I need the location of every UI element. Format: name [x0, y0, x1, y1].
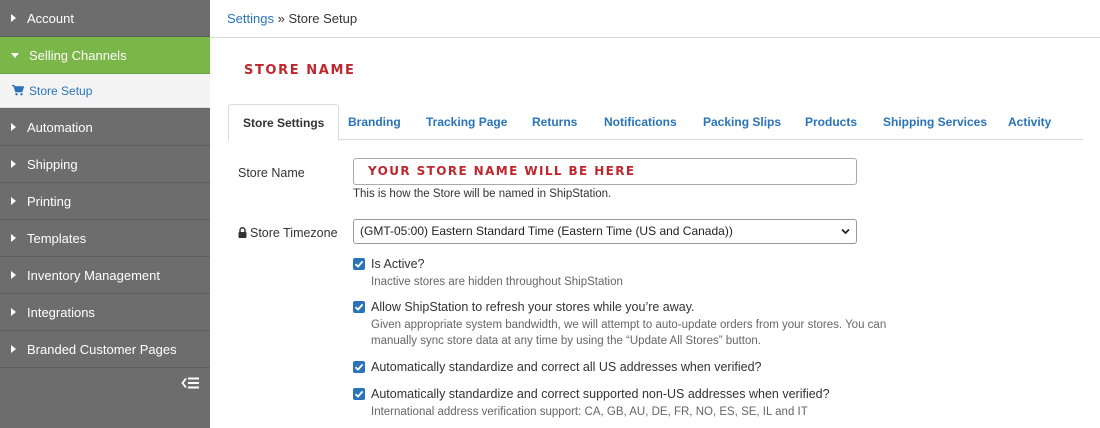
caret-right-icon [11, 234, 16, 242]
tab-activity[interactable]: Activity [1008, 104, 1051, 141]
sidebar-subitem-store-setup[interactable]: Store Setup [0, 74, 210, 108]
sidebar-subitem-label: Store Setup [29, 83, 93, 98]
sidebar-item-label: Templates [27, 230, 87, 246]
sidebar-item-integrations[interactable]: Integrations [0, 294, 210, 331]
store-name-help: This is how the Store will be named in S… [353, 188, 612, 200]
caret-right-icon [11, 123, 16, 131]
store-timezone-select[interactable]: (GMT-05:00) Eastern Standard Time (Easte… [353, 219, 857, 244]
store-timezone-label: Store Timezone [238, 226, 338, 240]
caret-right-icon [11, 160, 16, 168]
sidebar-item-branded-customer-pages[interactable]: Branded Customer Pages [0, 331, 210, 368]
sidebar-item-label: Shipping [27, 156, 78, 172]
sidebar-item-label: Printing [27, 193, 72, 209]
checkmark-icon [354, 363, 364, 371]
auto-refresh-checkbox[interactable] [353, 301, 365, 313]
store-timezone-value: (GMT-05:00) Eastern Standard Time (Easte… [360, 224, 733, 238]
sidebar-item-label: Inventory Management [27, 267, 160, 283]
tab-notifications[interactable]: Notifications [604, 104, 677, 141]
sidebar-item-shipping[interactable]: Shipping [0, 146, 210, 183]
checkmark-icon [354, 390, 364, 398]
checkmark-icon [354, 303, 364, 311]
us-addresses-label[interactable]: Automatically standardize and correct al… [371, 360, 761, 374]
breadcrumb-separator: » [273, 11, 289, 26]
non-us-addresses-label[interactable]: Automatically standardize and correct su… [371, 387, 830, 401]
is-active-checkbox[interactable] [353, 258, 365, 270]
is-active-description: Inactive stores are hidden throughout Sh… [371, 276, 623, 288]
sidebar-item-label: Account [27, 10, 74, 26]
sidebar-item-templates[interactable]: Templates [0, 220, 210, 257]
main-content: Settings » Store Setup STORE NAME Store … [210, 0, 1100, 428]
chevron-down-icon [841, 228, 850, 235]
non-us-addresses-description: International address verification suppo… [371, 406, 808, 418]
tab-returns[interactable]: Returns [532, 104, 577, 141]
tab-tracking-page[interactable]: Tracking Page [426, 104, 507, 141]
sidebar-item-selling-channels[interactable]: Selling Channels [0, 37, 210, 74]
sidebar-item-label: Branded Customer Pages [27, 341, 177, 357]
sidebar-item-label: Automation [27, 119, 93, 135]
caret-right-icon [11, 197, 16, 205]
header-divider [210, 37, 1100, 38]
tab-bar: Store Settings Branding Tracking Page Re… [228, 104, 1083, 141]
sidebar-item-account[interactable]: Account [0, 0, 210, 37]
caret-right-icon [11, 14, 16, 22]
sidebar-item-label: Integrations [27, 304, 95, 320]
tab-shipping-services[interactable]: Shipping Services [883, 104, 987, 141]
cart-icon [12, 85, 24, 96]
breadcrumb: Settings » Store Setup [227, 11, 357, 26]
lock-icon [238, 227, 247, 238]
non-us-addresses-checkbox[interactable] [353, 388, 365, 400]
collapse-menu-icon[interactable] [181, 376, 199, 390]
auto-refresh-label[interactable]: Allow ShipStation to refresh your stores… [371, 300, 695, 314]
is-active-label[interactable]: Is Active? [371, 257, 425, 271]
breadcrumb-settings-link[interactable]: Settings [227, 11, 274, 26]
tab-packing-slips[interactable]: Packing Slips [703, 104, 781, 141]
store-timezone-label-text: Store Timezone [250, 226, 338, 240]
store-name-input[interactable]: YOUR STORE NAME WILL BE HERE [353, 158, 857, 185]
breadcrumb-current: Store Setup [288, 11, 358, 26]
tab-store-settings[interactable]: Store Settings [228, 104, 340, 141]
sidebar-item-automation[interactable]: Automation [0, 109, 210, 146]
checkmark-icon [354, 260, 364, 268]
tab-products[interactable]: Products [805, 104, 857, 141]
caret-right-icon [11, 345, 16, 353]
caret-right-icon [11, 308, 16, 316]
us-addresses-checkbox[interactable] [353, 361, 365, 373]
caret-down-icon [11, 52, 19, 58]
store-name-label: Store Name [238, 166, 305, 180]
sidebar-item-printing[interactable]: Printing [0, 183, 210, 220]
sidebar: Account Selling Channels Store Setup Aut… [0, 0, 210, 428]
caret-right-icon [11, 271, 16, 279]
sidebar-item-inventory-management[interactable]: Inventory Management [0, 257, 210, 294]
auto-refresh-description: Given appropriate system bandwidth, we w… [371, 319, 887, 347]
tab-branding[interactable]: Branding [348, 104, 401, 141]
page-title: STORE NAME [244, 63, 356, 78]
sidebar-item-label: Selling Channels [29, 47, 127, 63]
